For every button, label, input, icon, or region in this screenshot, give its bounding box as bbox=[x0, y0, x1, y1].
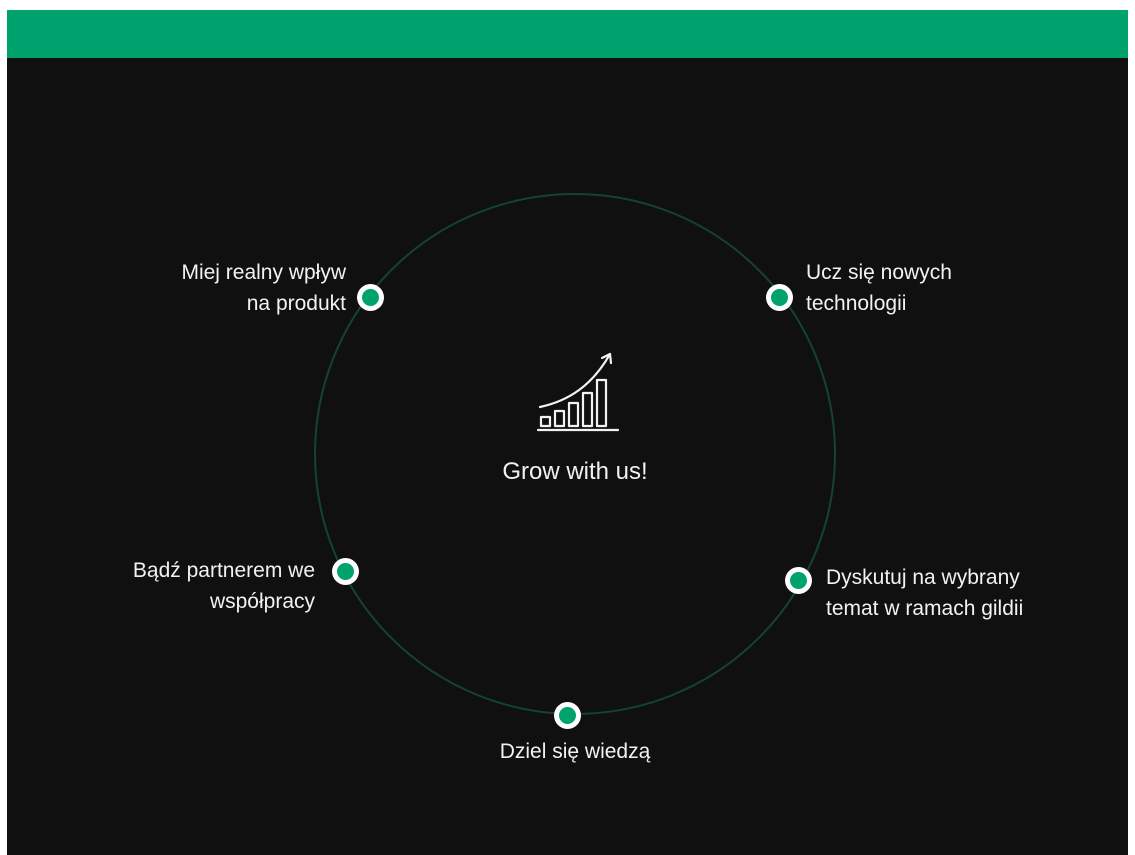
growth-chart-icon bbox=[536, 352, 620, 432]
learn-label: Ucz się nowych technologii bbox=[806, 261, 952, 315]
impact-label: Miej realny wpływ na produkt bbox=[181, 261, 346, 315]
share-point-marker bbox=[554, 702, 581, 729]
partner-point-marker bbox=[332, 558, 359, 585]
slide: Grow with us! Miej realny wpływ na produ… bbox=[7, 10, 1128, 855]
growth-diagram: Grow with us! Miej realny wpływ na produ… bbox=[7, 10, 1128, 855]
partner-label: Bądź partnerem we współpracy bbox=[132, 559, 315, 613]
discuss-point-marker bbox=[785, 567, 812, 594]
share-label: Dziel się wiedzą bbox=[499, 740, 651, 763]
discuss-label: Dyskutuj na wybrany temat w ramach gildi… bbox=[826, 566, 1024, 620]
circle-ring bbox=[314, 193, 836, 715]
center-title: Grow with us! bbox=[502, 458, 648, 485]
learn-point-marker bbox=[766, 284, 793, 311]
impact-point-marker bbox=[357, 284, 384, 311]
